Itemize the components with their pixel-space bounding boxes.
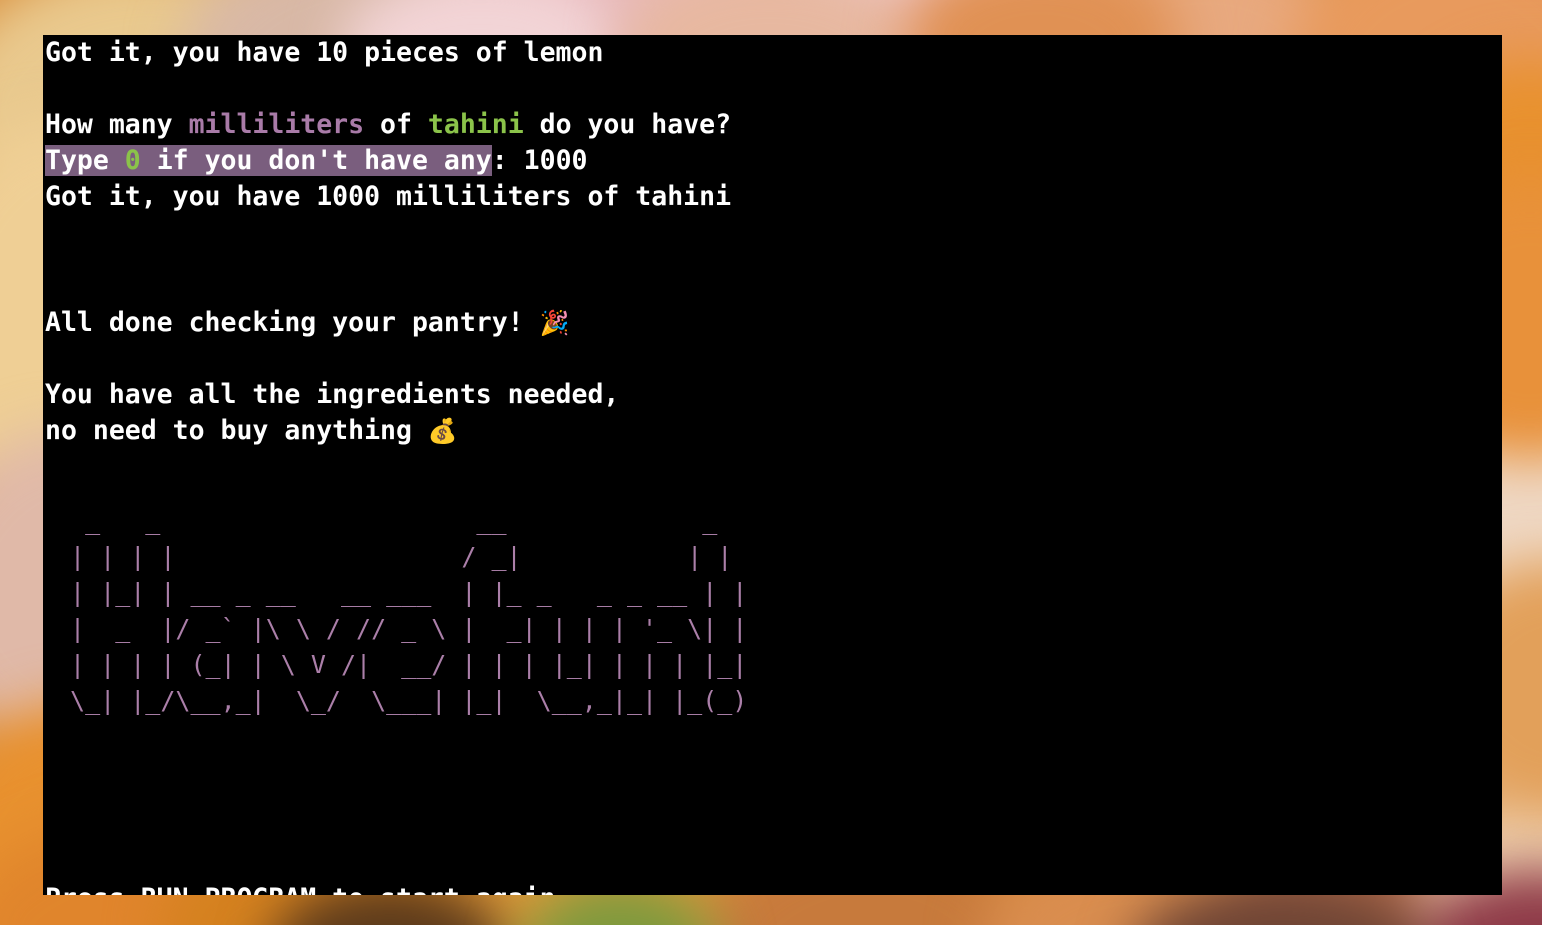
prompt-suffix-text: if you don't have any — [140, 145, 492, 176]
money-bag-icon: 💰 — [427, 417, 458, 445]
question-suffix-text: do you have? — [523, 109, 732, 140]
input-prompt-line[interactable]: Type 0 if you don't have any: 1000 — [43, 143, 1502, 179]
ascii-art-have-fun: _ _ __ _ | | | | / _| | | | |_| | __ _ _… — [70, 506, 748, 715]
terminal-output-area: Got it, you have 10 pieces of lemon How … — [43, 35, 1502, 895]
all-done-text: All done checking your pantry! — [45, 307, 540, 338]
user-entered-value[interactable]: 1000 — [524, 145, 588, 176]
output-line-all-done: All done checking your pantry! 🎉 — [43, 305, 1502, 341]
output-line-press-run: Press RUN PROGRAM to start again — [43, 881, 1502, 895]
output-line-question-tahini: How many milliliters of tahini do you ha… — [43, 107, 1502, 143]
output-line-confirm-lemon: Got it, you have 10 pieces of lemon — [45, 37, 604, 68]
prompt-zero-token: 0 — [124, 145, 141, 176]
prompt-prefix-text: Type — [45, 145, 125, 176]
ingredient-token-tahini: tahini — [427, 109, 524, 140]
unit-token-milliliters: milliliters — [188, 109, 365, 140]
output-line-confirm-tahini: Got it, you have 1000 milliliters of tah… — [45, 181, 732, 212]
output-line-have-all-1: You have all the ingredients needed, — [45, 379, 620, 410]
prompt-highlight: Type 0 if you don't have any — [45, 145, 492, 176]
question-mid-text: of — [364, 109, 428, 140]
no-need-to-buy-text: no need to buy anything — [45, 415, 428, 446]
party-popper-icon: 🎉 — [539, 309, 570, 337]
terminal-window[interactable]: Got it, you have 10 pieces of lemon How … — [43, 35, 1502, 895]
output-line-have-all-2: no need to buy anything 💰 — [43, 413, 1502, 449]
question-prefix-text: How many — [45, 109, 189, 140]
prompt-colon: : — [491, 145, 524, 176]
